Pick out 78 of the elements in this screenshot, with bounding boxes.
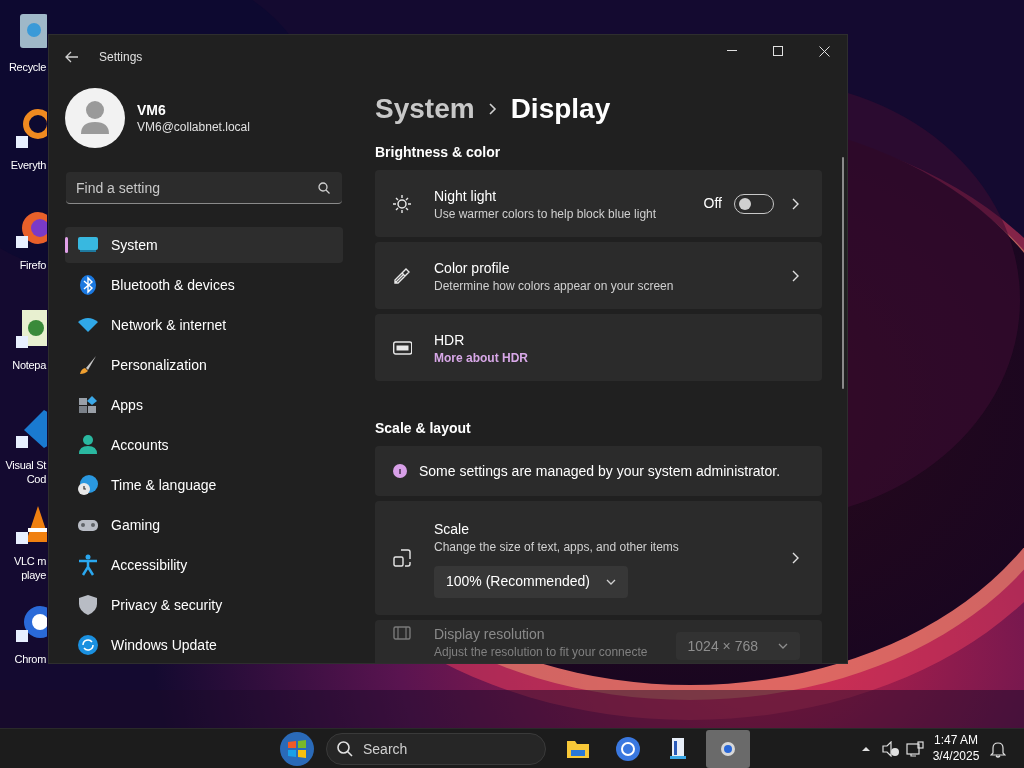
desktop-icon-label: Recycle [8,60,46,74]
nav-item[interactable]: Privacy & security [65,587,343,623]
desktop-icon-label: playe [21,568,46,582]
user-email: VM6@collabnet.local [137,119,250,135]
hdr-icon [393,338,412,357]
search-field[interactable]: Find a setting [66,172,342,204]
chevron-up-icon[interactable] [861,746,871,752]
chevron-down-icon [778,643,788,649]
nav-item[interactable]: Bluetooth & devices [65,267,343,303]
setting-description: Change the size of text, apps, and other items [434,538,680,555]
magnifier-icon[interactable] [14,106,47,150]
nav-item[interactable]: Accounts [65,427,343,463]
chevron-right-icon [488,103,497,115]
shield-icon [77,594,99,616]
search-placeholder: Search [363,739,408,759]
setting-title: Display resolution [434,625,546,644]
section-heading: Brightness & color [375,143,502,162]
page-title: Display [510,92,611,126]
hdr-link[interactable]: More about HDR [434,349,800,366]
section-heading: Scale & layout [375,419,472,438]
nav-item[interactable]: System [65,227,343,263]
accessibility-icon [77,554,99,576]
search-icon [318,182,330,194]
minimize-icon [727,50,737,52]
sun-icon [393,194,412,213]
setting-description: Use warmer colors to help block blue light [434,205,658,222]
back-arrow-icon[interactable] [65,51,79,63]
network-icon[interactable] [906,741,924,757]
setting-card[interactable]: Color profile Determine how colors appear on your screen [375,242,822,309]
setting-title: Scale [434,519,471,539]
search-icon [337,741,353,757]
desktop-icon-label: Notepa [12,358,46,372]
apps-icon [77,394,99,416]
setting-title: HDR [434,330,466,350]
clock-date[interactable]: 3/4/2025 [932,748,980,764]
start-button-icon[interactable] [279,731,315,767]
speaker-muted-icon[interactable] [882,741,900,757]
bell-icon[interactable] [990,740,1006,758]
scale-dropdown[interactable]: 100% (Recommended) [434,565,628,598]
info-icon [393,464,407,478]
taskbar-search[interactable]: Search [326,733,546,765]
maximize-icon [773,46,783,56]
resolution-icon [393,624,412,642]
setting-description: Determine how colors appear on your screen [434,277,675,294]
setting-card[interactable]: Night light Use warmer colors to help block blue light Off [375,170,822,237]
desktop-icon-label: Visual St [5,458,46,472]
chevron-down-icon [605,578,616,585]
setting-title: Color profile [434,258,511,278]
window-title: Settings [99,49,143,66]
breadcrumb-link[interactable]: System [375,88,475,130]
nav-item[interactable]: Windows Update [65,627,343,663]
scale-icon [393,549,412,567]
desktop-icon-label: Cod [26,472,46,486]
clock-time[interactable]: 1:47 AM [934,732,978,748]
user-name: VM6 [137,101,167,119]
nav-item[interactable]: Apps [65,387,343,423]
nav-item[interactable]: Gaming [65,507,343,543]
globe-clock-icon [77,474,99,496]
desktop-icon-label: VLC m [13,554,46,568]
setting-description: Adjust the resolution to fit your connecte [434,644,649,660]
bluetooth-icon [77,274,99,296]
toggle-state-label: Off [703,194,722,213]
nav-item[interactable]: Time & language [65,467,343,503]
desktop-icon-label: Everyth [10,158,46,172]
sync-icon [77,634,99,656]
setting-title: Night light [434,186,498,206]
info-text: Some settings are managed by your system administrator. [419,461,781,481]
setting-card[interactable]: HDR More about HDR [375,314,822,381]
close-icon [818,45,830,57]
browser-icon [615,736,641,762]
setting-card[interactable]: Scale Change the size of text, apps, and other items 100% (Recommended) [375,501,822,615]
avatar-icon [65,88,125,148]
nav-item[interactable]: Personalization [65,347,343,383]
desktop-icon-label: Chrom [14,652,46,666]
nav-item[interactable]: Network & internet [65,307,343,343]
person-icon [77,434,99,456]
desktop-icon-label: Firefo [19,258,46,272]
nav-item[interactable]: Accessibility [65,547,343,583]
